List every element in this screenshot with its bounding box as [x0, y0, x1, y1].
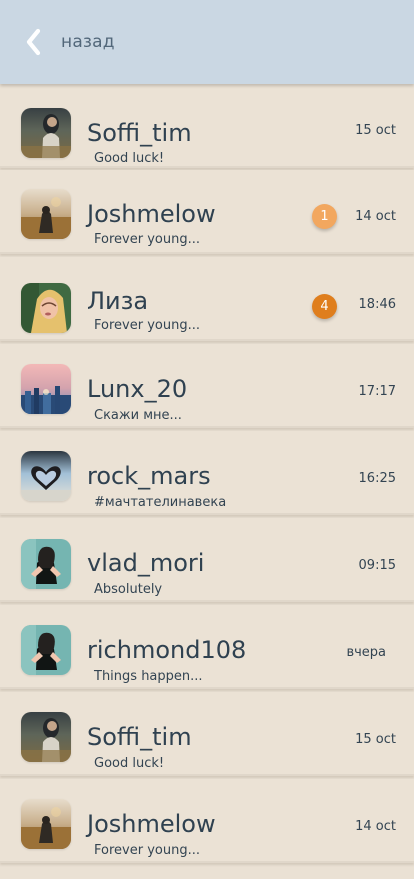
avatar [21, 364, 71, 414]
chat-last-message: Good luck! [94, 151, 165, 166]
top-bar: назад [0, 0, 414, 84]
avatar-blonde-portrait-photo-icon [21, 283, 71, 333]
chat-screen: назад Soffi_tim Good luck! 15 oct Joshme… [0, 0, 414, 879]
chat-name: Lunx_20 [87, 375, 188, 403]
chat-item-rock-mars[interactable]: rock_mars #мачтателинавека 16:25 [0, 431, 414, 515]
avatar-sunset-field-photo-icon [21, 799, 71, 849]
back-button[interactable]: назад [22, 27, 115, 57]
chat-name: Soffi_tim [87, 723, 192, 751]
avatar [21, 539, 71, 589]
chat-time: 15 oct [355, 123, 396, 138]
chat-item-liza[interactable]: Лиза Forever young... 4 18:46 [0, 257, 414, 341]
avatar [21, 451, 71, 501]
chat-name: Soffi_tim [87, 119, 192, 147]
chat-item-joshmelow[interactable]: Joshmelow Forever young... 14 oct [0, 779, 414, 863]
chat-last-message: Things happen... [94, 669, 203, 684]
chat-time: 09:15 [358, 558, 396, 573]
avatar-girl-teal-photo-icon [21, 625, 71, 675]
unread-badge: 4 [312, 294, 337, 319]
chat-list: Soffi_tim Good luck! 15 oct Joshmelow Fo… [0, 84, 414, 879]
avatar-dark-field-photo-icon [21, 108, 71, 158]
chat-last-message: Скажи мне... [94, 408, 182, 423]
avatar-heart-sky-photo-icon [21, 451, 71, 501]
chat-time: 16:25 [358, 471, 396, 486]
chat-last-message: Absolutely [94, 582, 163, 597]
chat-last-message: Forever young... [94, 843, 200, 858]
chat-time: 18:46 [358, 297, 396, 312]
chat-name: Joshmelow [87, 200, 216, 228]
chat-time: вчера [346, 645, 386, 660]
avatar [21, 108, 71, 158]
unread-badge: 1 [312, 204, 337, 229]
chat-time: 15 oct [355, 732, 396, 747]
chat-item-vlad-mori[interactable]: vlad_mori Absolutely 09:15 [0, 518, 414, 602]
avatar [21, 799, 71, 849]
chat-last-message: Forever young... [94, 232, 200, 247]
avatar-girl-teal-photo-icon [21, 539, 71, 589]
chat-time: 14 oct [355, 209, 396, 224]
chat-item-joshmelow[interactable]: Joshmelow Forever young... 1 14 oct [0, 170, 414, 254]
avatar-city-sunset-photo-icon [21, 364, 71, 414]
chat-time: 14 oct [355, 819, 396, 834]
chat-name: rock_mars [87, 462, 211, 490]
chat-name: richmond108 [87, 636, 247, 664]
back-label: назад [61, 32, 115, 52]
chat-name: Лиза [87, 287, 149, 315]
chat-name: vlad_mori [87, 549, 205, 577]
avatar [21, 712, 71, 762]
chat-item-soffi-tim[interactable]: Soffi_tim Good luck! 15 oct [0, 84, 414, 168]
chat-last-message: #мачтателинавека [94, 495, 227, 510]
avatar-dark-field-photo-icon [21, 712, 71, 762]
chat-time: 17:17 [358, 384, 396, 399]
chevron-left-icon [26, 28, 41, 56]
avatar [21, 189, 71, 239]
chat-item-richmond108[interactable]: richmond108 Things happen... вчера [0, 605, 414, 689]
chat-item-lunx-20[interactable]: Lunx_20 Скажи мне... 17:17 [0, 344, 414, 428]
avatar [21, 625, 71, 675]
chat-name: Joshmelow [87, 810, 216, 838]
chat-last-message: Good luck! [94, 756, 165, 771]
avatar-sunset-field-photo-icon [21, 189, 71, 239]
avatar [21, 283, 71, 333]
chat-last-message: Forever young... [94, 318, 200, 333]
chat-item-soffi-tim[interactable]: Soffi_tim Good luck! 15 oct [0, 692, 414, 776]
